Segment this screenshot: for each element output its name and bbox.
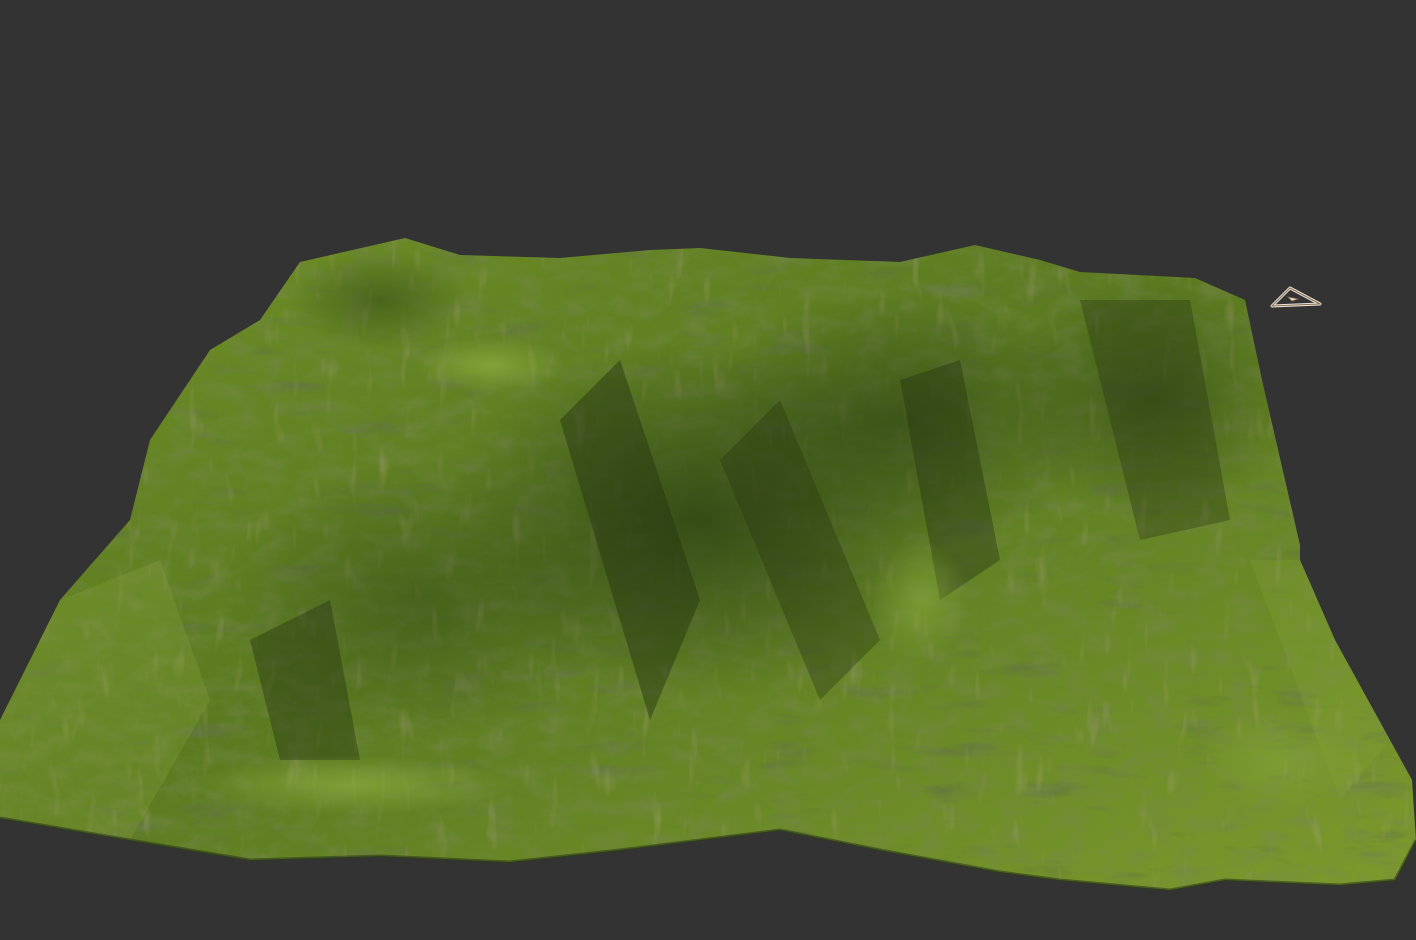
terrain-render xyxy=(0,238,1416,892)
camera-frustum-icon xyxy=(1270,286,1322,308)
3d-viewport[interactable] xyxy=(0,0,1416,940)
camera-gizmo[interactable] xyxy=(1268,284,1326,312)
